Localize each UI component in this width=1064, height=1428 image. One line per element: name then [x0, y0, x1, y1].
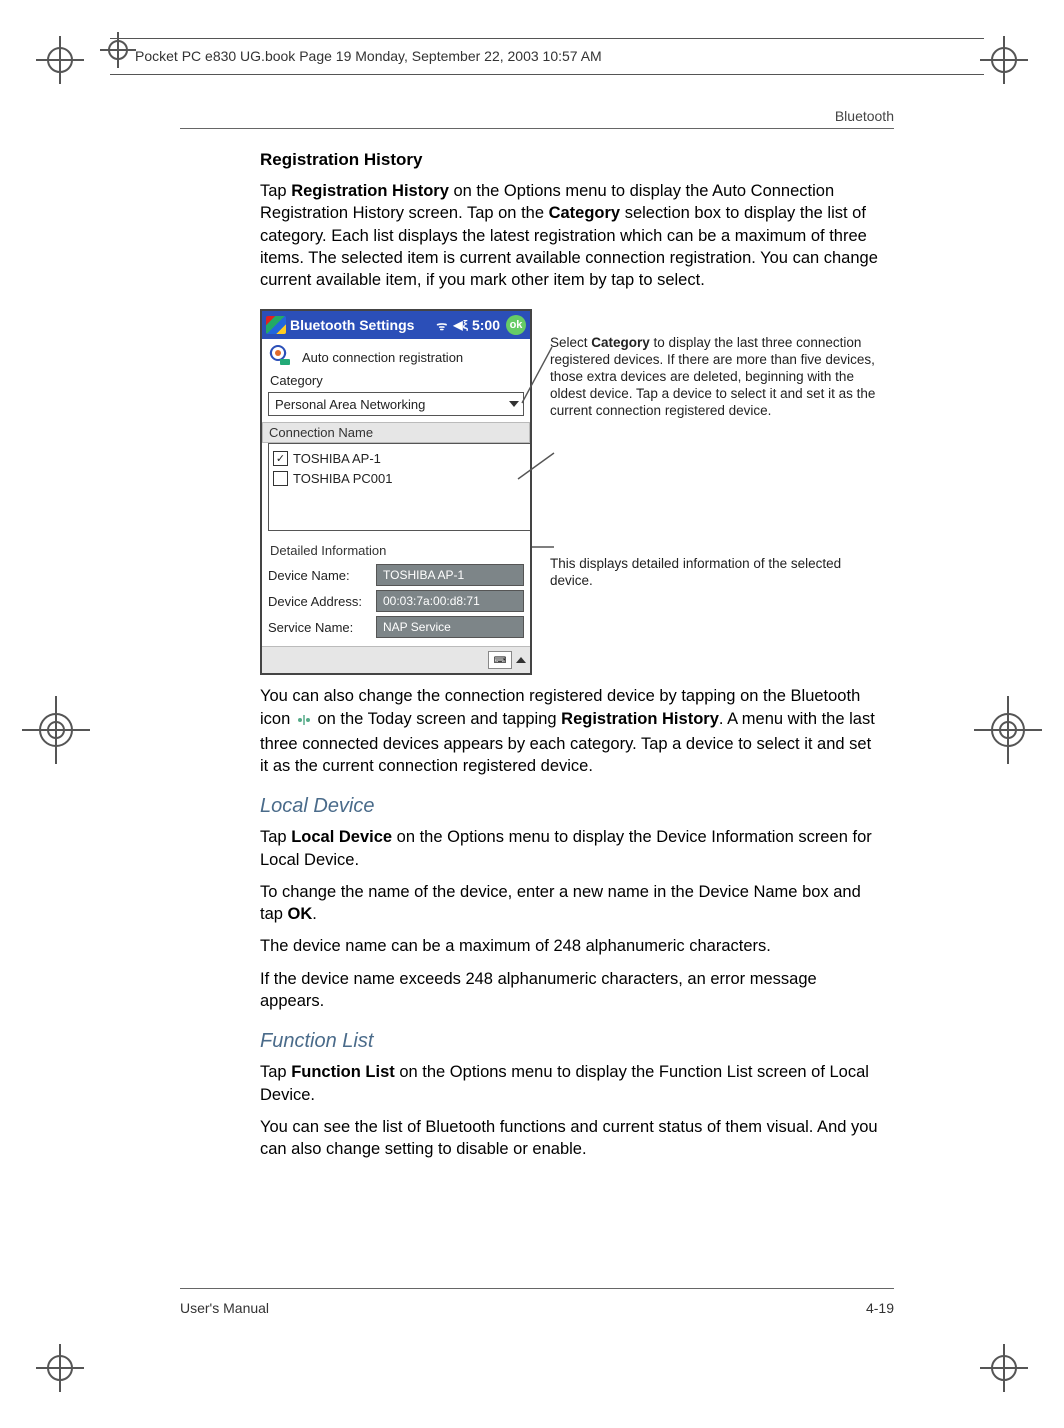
ok-button[interactable]: ok	[506, 315, 526, 335]
local-p4: If the device name exceeds 248 alphanume…	[260, 968, 880, 1013]
footer-right: 4-19	[866, 1300, 894, 1316]
callout-category: Select Category to display the last thre…	[550, 335, 880, 419]
local-device-heading: Local Device	[260, 795, 880, 818]
bluetooth-today-icon	[295, 711, 313, 733]
pda-screenshot: Bluetooth Settings ᯤ ◀ξ 5:00 ok Auto con…	[260, 309, 532, 675]
header-bookinfo: Pocket PC e830 UG.book Page 19 Monday, S…	[135, 48, 602, 64]
device-name-value: TOSHIBA AP-1	[376, 564, 524, 586]
checkbox-icon[interactable]	[273, 451, 288, 466]
list-item[interactable]: TOSHIBA AP-1	[273, 448, 526, 468]
kv-row: Service Name:NAP Service	[262, 614, 530, 640]
printer-mark-ml	[20, 694, 92, 766]
category-value: Personal Area Networking	[275, 397, 425, 412]
section-title: Registration History	[260, 150, 880, 170]
section-intro: Tap Registration History on the Options …	[260, 180, 880, 291]
category-select[interactable]: Personal Area Networking	[268, 392, 524, 416]
service-name-value: NAP Service	[376, 616, 524, 638]
header-rule-bottom	[110, 74, 984, 75]
volume-icon[interactable]: ◀ξ	[453, 318, 468, 332]
running-header-rule	[180, 128, 894, 129]
after-screenshot-para: You can also change the connection regis…	[260, 685, 880, 777]
chevron-down-icon	[509, 401, 519, 407]
signal-icon[interactable]: ᯤ	[436, 317, 447, 334]
running-header: Bluetooth	[835, 108, 894, 124]
printer-mark-tl	[30, 30, 90, 90]
footer-rule	[180, 1288, 894, 1289]
callout-detailed-info: This displays detailed information of th…	[550, 556, 880, 590]
local-p1: Tap Local Device on the Options menu to …	[260, 826, 880, 871]
func-p1: Tap Function List on the Options menu to…	[260, 1061, 880, 1106]
bluetooth-icon	[268, 345, 296, 369]
detailed-info-header: Detailed Information	[262, 537, 530, 562]
printer-mark-bl	[30, 1338, 90, 1398]
autoconn-label: Auto connection registration	[302, 350, 463, 365]
input-panel-bar: ⌨	[262, 646, 530, 673]
pda-time: 5:00	[472, 317, 500, 333]
start-flag-icon[interactable]	[266, 316, 286, 334]
func-p2: You can see the list of Bluetooth functi…	[260, 1116, 880, 1161]
local-p2: To change the name of the device, enter …	[260, 881, 880, 926]
printer-mark-mr	[972, 694, 1044, 766]
function-list-heading: Function List	[260, 1030, 880, 1053]
connection-name-header: Connection Name	[262, 422, 530, 443]
pda-titlebar: Bluetooth Settings ᯤ ◀ξ 5:00 ok	[262, 311, 530, 339]
pda-title: Bluetooth Settings	[290, 317, 414, 333]
footer-left: User's Manual	[180, 1300, 269, 1316]
kv-row: Device Name:TOSHIBA AP-1	[262, 562, 530, 588]
keyboard-icon[interactable]: ⌨	[488, 651, 512, 669]
device-address-value: 00:03:7a:00:d8:71	[376, 590, 524, 612]
arrow-up-icon[interactable]	[516, 657, 526, 663]
list-item[interactable]: TOSHIBA PC001	[273, 468, 526, 488]
checkbox-icon[interactable]	[273, 471, 288, 486]
connection-list: TOSHIBA AP-1 TOSHIBA PC001	[268, 443, 530, 531]
local-p3: The device name can be a maximum of 248 …	[260, 935, 880, 957]
category-label: Category	[262, 371, 530, 392]
kv-row: Device Address:00:03:7a:00:d8:71	[262, 588, 530, 614]
printer-mark-br	[974, 1338, 1034, 1398]
